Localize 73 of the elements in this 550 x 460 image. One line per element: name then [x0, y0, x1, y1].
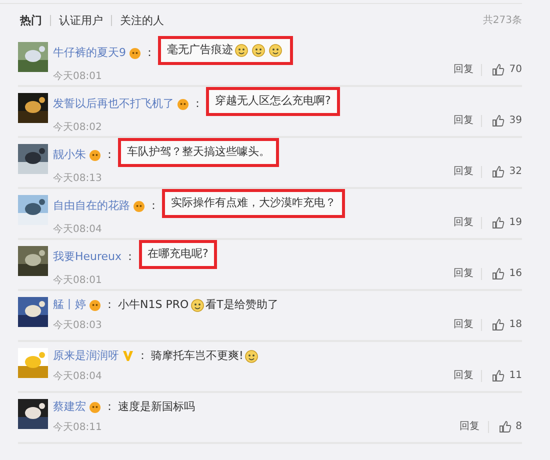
filter-tab[interactable]: 认证用户 [50, 14, 111, 26]
verified-badge-icon [122, 350, 134, 362]
thumbs-up-icon [492, 267, 506, 280]
user-name[interactable]: 我要Heureux [53, 249, 122, 266]
like-button[interactable]: 8 [496, 419, 522, 434]
thumbs-up-icon [492, 216, 506, 229]
emoji-icon [245, 350, 258, 363]
reply-button[interactable]: 回复 [460, 419, 480, 434]
user-name[interactable]: 牛仔裤的夏天9 [53, 45, 126, 62]
like-button[interactable]: 18 [490, 317, 522, 332]
reply-button[interactable]: 回复 [453, 62, 474, 77]
reply-button[interactable]: 回复 [453, 317, 474, 332]
reply-button[interactable]: 回复 [453, 164, 474, 179]
like-button[interactable]: 11 [490, 368, 522, 383]
filter-tab[interactable]: 热门 [18, 14, 50, 26]
like-button[interactable]: 70 [490, 62, 522, 77]
reply-button[interactable]: 回复 [453, 113, 474, 128]
colon: ： [104, 297, 115, 313]
emoji-icon [190, 298, 204, 312]
colon: ： [104, 399, 115, 415]
like-button[interactable]: 32 [490, 164, 522, 179]
reply-button[interactable]: 回复 [453, 266, 474, 281]
comment-text: 在哪充电呢? [148, 246, 208, 262]
reply-button[interactable]: 回复 [453, 215, 474, 230]
comment-time: 今天08:04 [53, 222, 103, 236]
filter-tab[interactable]: 关注的人 [111, 14, 172, 26]
colon: ： [148, 198, 159, 214]
comment-time: 今天08:03 [53, 318, 103, 332]
colon: ： [192, 96, 203, 112]
comment-time: 今天08:01 [53, 274, 103, 288]
like-button[interactable]: 39 [490, 113, 522, 128]
user-name[interactable]: 原来是润润呀 [53, 348, 119, 364]
user-name[interactable]: 自由自在的花路 [53, 198, 130, 214]
member-badge-icon [177, 98, 189, 110]
member-badge-icon [89, 149, 101, 162]
comment-time: 今天08:11 [53, 420, 103, 434]
comment-count: 共273条 [482, 14, 522, 28]
thumbs-up-icon [492, 318, 506, 331]
thumbs-up-icon [492, 63, 506, 76]
comment-text: 小牛N1S PRO [118, 297, 189, 313]
emoji-icon [269, 44, 282, 57]
member-badge-icon [129, 47, 141, 60]
reply-button[interactable]: 回复 [453, 368, 474, 383]
user-name[interactable]: 蔡建宏 [53, 399, 86, 416]
comment-text: 车队护驾？整天搞这些噱头。 [127, 144, 270, 160]
thumbs-up-icon [498, 420, 512, 433]
emoji-icon [252, 44, 265, 57]
comment-time: 今天08:13 [53, 172, 103, 186]
like-button[interactable]: 19 [490, 215, 522, 230]
member-badge-icon [89, 299, 101, 312]
colon: ： [124, 249, 136, 265]
comment-time: 今天08:04 [53, 370, 103, 384]
user-name[interactable]: 靓小朱 [53, 147, 86, 164]
comment-text: 骑摩托车岂不更爽! [151, 348, 244, 364]
comment-text: 速度是新国标吗 [118, 399, 195, 415]
user-name[interactable]: 发誓以后再也不打飞机了 [53, 96, 174, 112]
colon: ： [144, 45, 155, 61]
comment-text: 实际操作有点难，大沙漠咋充电？ [171, 195, 336, 211]
user-name[interactable]: 艋丨婷 [53, 297, 86, 314]
comment-time: 今天08:01 [53, 70, 103, 84]
comment-text: 毫无广告痕迹 [167, 42, 233, 58]
thumbs-up-icon [492, 114, 506, 127]
comment-text: 穿越无人区怎么充电啊? [215, 93, 331, 109]
comment-time: 今天08:02 [53, 120, 103, 134]
like-button[interactable]: 16 [490, 266, 522, 281]
colon: ： [104, 147, 115, 163]
thumbs-up-icon [492, 165, 506, 178]
member-badge-icon [89, 401, 101, 414]
emoji-icon [235, 44, 248, 57]
comment-text: 看T是给赞助了 [206, 297, 278, 313]
member-badge-icon [133, 200, 145, 212]
thumbs-up-icon [492, 369, 506, 382]
colon: ： [137, 348, 148, 364]
